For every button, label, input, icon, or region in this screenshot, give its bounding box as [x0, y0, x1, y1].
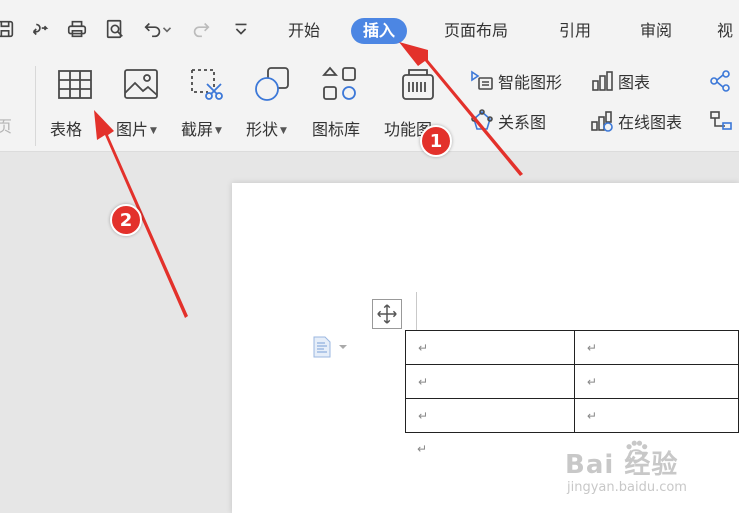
redo-icon[interactable] [188, 16, 214, 42]
watermark-title: Bai 经验 [565, 450, 679, 480]
mind-map-button[interactable] [708, 108, 736, 134]
tab-page-layout[interactable]: 页面布局 [444, 18, 508, 44]
customize-quick-access-icon[interactable] [228, 16, 254, 42]
flowchart-button[interactable] [708, 68, 736, 94]
icon-library-label: 图标库 [312, 120, 361, 139]
table-label: 表格 [50, 120, 83, 139]
shapes-button[interactable]: 形状 ▼ [246, 64, 302, 146]
relation-graph-label: 关系图 [498, 113, 547, 132]
table-cell[interactable]: ↵ [573, 330, 739, 365]
table-row: ↵ ↵ [405, 398, 739, 433]
watermark-url: jingyan.baidu.com [567, 480, 687, 495]
icon-library-button[interactable]: 图标库 [312, 64, 372, 146]
save-icon[interactable] [0, 16, 18, 42]
chart-label: 图表 [618, 73, 651, 92]
document-table[interactable]: ↵ ↵ ↵ ↵ ↵ ↵ [405, 330, 739, 433]
table-cell[interactable]: ↵ [573, 398, 739, 433]
flowchart-icon [710, 70, 730, 92]
table-button[interactable]: 表格 [48, 64, 104, 146]
export-icon[interactable] [26, 16, 52, 42]
chart-icon [592, 71, 613, 91]
relation-graph-button[interactable]: 关系图 [470, 108, 546, 134]
table-cell[interactable]: ↵ [573, 364, 739, 399]
chevron-down-icon: ▼ [280, 125, 287, 136]
print-icon[interactable] [64, 16, 90, 42]
top-menu-bar: 开始 插入 页面布局 引用 审阅 视 [0, 0, 739, 58]
tab-insert[interactable]: 插入 [351, 18, 408, 44]
relation-graph-icon [471, 109, 493, 130]
table-row: ↵ ↵ [405, 330, 739, 365]
paragraph-settings-button[interactable] [312, 336, 348, 358]
smart-art-button[interactable]: 智能图形 [470, 68, 562, 94]
mind-map-icon [710, 111, 732, 130]
chevron-down-icon: ▼ [150, 125, 157, 136]
table-move-handle[interactable] [372, 299, 402, 329]
smart-art-label: 智能图形 [498, 73, 563, 92]
chart-button[interactable]: 图表 [590, 68, 650, 94]
chevron-down-icon [339, 345, 347, 349]
print-preview-icon[interactable] [102, 16, 128, 42]
function-chart-icon [398, 64, 438, 104]
table-cell[interactable]: ↵ [405, 364, 575, 399]
tab-review[interactable]: 审阅 [640, 18, 672, 44]
smart-art-icon [471, 70, 493, 90]
table-cell[interactable]: ↵ [405, 398, 575, 433]
ribbon-separator [35, 66, 36, 146]
table-cell[interactable]: ↵ [405, 330, 575, 365]
text-cursor [416, 292, 417, 330]
tab-references[interactable]: 引用 [559, 18, 591, 44]
tab-start[interactable]: 开始 [288, 18, 320, 44]
shapes-label: 形状 ▼ [246, 120, 287, 139]
icon-library-icon [320, 64, 360, 104]
truncated-ribbon-label: 页 [0, 117, 13, 136]
online-chart-button[interactable]: 在线图表 [590, 108, 682, 134]
paragraph-mark: ↵ [417, 442, 428, 456]
picture-button[interactable]: 图片 ▼ [114, 64, 170, 146]
screenshot-icon [186, 64, 226, 104]
online-chart-icon [591, 111, 613, 132]
move-arrows-icon [377, 304, 397, 324]
paragraph-layout-icon [313, 336, 331, 358]
shapes-icon [252, 64, 292, 104]
insert-ribbon: 页 表格 图片 ▼ 截屏 ▼ 形状 ▼ 图标库 功能图 智能图形 图表 关系图 … [0, 58, 739, 152]
step-badge-2: 2 [110, 204, 142, 236]
screenshot-button[interactable]: 截屏 ▼ [180, 64, 236, 146]
table-icon [56, 64, 94, 104]
paw-logo-icon [626, 440, 648, 462]
tab-view[interactable]: 视 [717, 18, 733, 44]
step-badge-1: 1 [420, 125, 452, 157]
picture-icon [122, 64, 160, 104]
online-chart-label: 在线图表 [618, 113, 683, 132]
chevron-down-icon: ▼ [215, 125, 222, 136]
screenshot-label: 截屏 ▼ [181, 120, 222, 139]
undo-dropdown-icon[interactable] [160, 16, 174, 42]
table-row: ↵ ↵ [405, 364, 739, 399]
baidu-jingyan-watermark: Bai 经验 jingyan.baidu.com [565, 432, 735, 502]
picture-label: 图片 ▼ [116, 120, 157, 139]
